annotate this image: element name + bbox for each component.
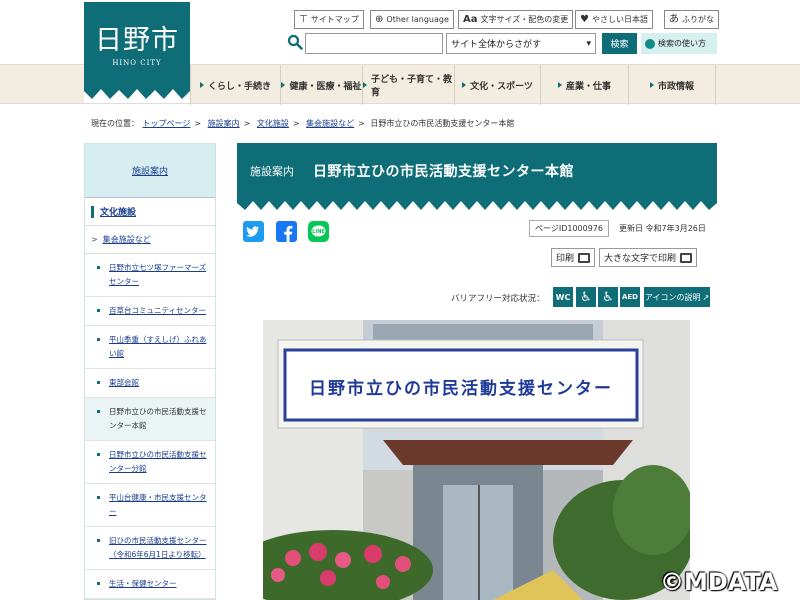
external-link-icon: ↗ (702, 292, 710, 302)
sitemap-icon: ⊤ (299, 13, 308, 25)
aed-icon[interactable]: AED (620, 287, 640, 307)
sidebar-item[interactable]: 生活・保健センター (85, 570, 215, 599)
photo-sign-text: 日野市立ひの市民活動支援センター (309, 378, 613, 399)
search-icon (287, 34, 303, 50)
text-size-color-link[interactable]: Aa 文字サイズ・配色の変更 (458, 10, 574, 29)
help-icon (645, 38, 655, 49)
search-input[interactable] (305, 33, 443, 54)
nav-item-health[interactable]: 健康・医療・福祉 (280, 65, 362, 105)
line-icon: LINE (311, 225, 326, 237)
text-size-icon: Aa (463, 13, 478, 25)
chevron-down-icon: ▾ (586, 38, 591, 49)
breadcrumb: 現在の位置： トップページ > 施設案内 > 文化施設 > 集会施設など > 日野市立ひ… (91, 119, 515, 128)
sidebar-category[interactable]: 文化施設 (85, 198, 215, 226)
twitter-share-button[interactable] (243, 221, 264, 242)
nav-item-children[interactable]: 子ども・子育て・教育 (362, 65, 454, 105)
barrier-free-label: バリアフリー対応状況： (451, 294, 545, 304)
sitemap-link[interactable]: ⊤ サイトマップ (294, 10, 364, 29)
breadcrumb-link-culture[interactable]: 文化施設 (257, 119, 289, 128)
icon-explanation-button[interactable]: アイコンの説明 ↗ (644, 287, 710, 307)
mountain-decoration (237, 201, 717, 211)
page-title-banner: 施設案内 日野市立ひの市民活動支援センター本館 (237, 143, 717, 211)
page-id: ページID1000976 (529, 220, 609, 237)
logo-text-en: HINO CITY (112, 59, 162, 67)
site-logo[interactable]: 日野市 HINO CITY (84, 2, 190, 103)
nav-item-living[interactable]: くらし・手続き (190, 65, 280, 105)
breadcrumb-link-assembly[interactable]: 集会施設など (306, 119, 354, 128)
logo-text-jp: 日野市 (95, 25, 179, 56)
sidebar-item[interactable]: 東部会館 (85, 369, 215, 398)
nav-item-city-info[interactable]: 市政情報 (628, 65, 716, 105)
wheelchair-icon[interactable]: ♿ (576, 287, 596, 307)
print-large-button[interactable]: 大きな文字で印刷 (599, 248, 698, 267)
facility-photo: 日野市立ひの市民活動支援センター (263, 320, 690, 600)
heart-icon: ♥ (580, 13, 589, 25)
sidebar-item[interactable]: 平山台健康・市民支援センター (85, 484, 215, 527)
wheelchair-access-icon[interactable]: ♿ (598, 287, 618, 307)
search-howto-link[interactable]: 検索の使い方 (641, 33, 717, 54)
printer-icon (680, 252, 693, 263)
sidebar-item[interactable]: 旧ひの市民活動支援センター（令和6年6月1日より移転） (85, 527, 215, 570)
sidebar-item-current: 日野市立ひの市民活動支援センター本館 (85, 398, 215, 441)
nav-item-culture[interactable]: 文化・スポーツ (454, 65, 540, 105)
facebook-icon (284, 225, 293, 242)
line-share-button[interactable]: LINE (308, 221, 329, 242)
accessible-toilet-icon[interactable]: WC (553, 287, 573, 307)
chevron-right-icon: > (91, 235, 98, 244)
page-title: 日野市立ひの市民活動支援センター本館 (313, 164, 574, 180)
furigana-icon: あ (669, 13, 679, 25)
facebook-share-button[interactable] (276, 221, 297, 242)
search-scope-select[interactable]: サイト全体からさがす ▾ (446, 33, 596, 54)
print-button[interactable]: 印刷 (551, 248, 596, 267)
sidebar-item[interactable]: 日野市立七ツ塚ファーマーズセンター (85, 254, 215, 297)
sidebar-item[interactable]: 平山季重（すえしげ）ふれあい館 (85, 326, 215, 369)
sidebar-item[interactable]: 日野市立ひの市民活動支援センター分館 (85, 441, 215, 484)
sidebar: 施設案内 文化施設 > 集会施設など 日野市立七ツ塚ファーマーズセンター 百草台コ… (84, 143, 216, 600)
search-button[interactable]: 検索 (602, 33, 637, 54)
breadcrumb-link-top[interactable]: トップページ (143, 119, 191, 128)
globe-icon: ⊕ (375, 13, 384, 25)
page-category: 施設案内 (250, 165, 294, 178)
watermark: ©MDATA (660, 568, 778, 596)
breadcrumb-current: 日野市立ひの市民活動支援センター本館 (370, 119, 515, 128)
category-marker (91, 205, 94, 218)
sidebar-item[interactable]: 百草台コミュニティセンター (85, 297, 215, 326)
nav-item-industry[interactable]: 産業・仕事 (540, 65, 628, 105)
furigana-link[interactable]: あ ふりがな (664, 10, 719, 29)
other-language-link[interactable]: ⊕ Other language (370, 10, 454, 29)
sidebar-subcategory[interactable]: > 集会施設など (85, 226, 215, 254)
svg-text:LINE: LINE (312, 229, 325, 235)
sidebar-heading[interactable]: 施設案内 (85, 144, 215, 198)
breadcrumb-link-facilities[interactable]: 施設案内 (208, 119, 240, 128)
easy-japanese-link[interactable]: ♥ やさしい日本語 (575, 10, 653, 29)
twitter-icon (246, 226, 259, 237)
mountain-decoration (84, 89, 190, 103)
printer-icon (578, 252, 591, 263)
updated-date: 更新日 令和7年3月26日 (619, 224, 706, 233)
